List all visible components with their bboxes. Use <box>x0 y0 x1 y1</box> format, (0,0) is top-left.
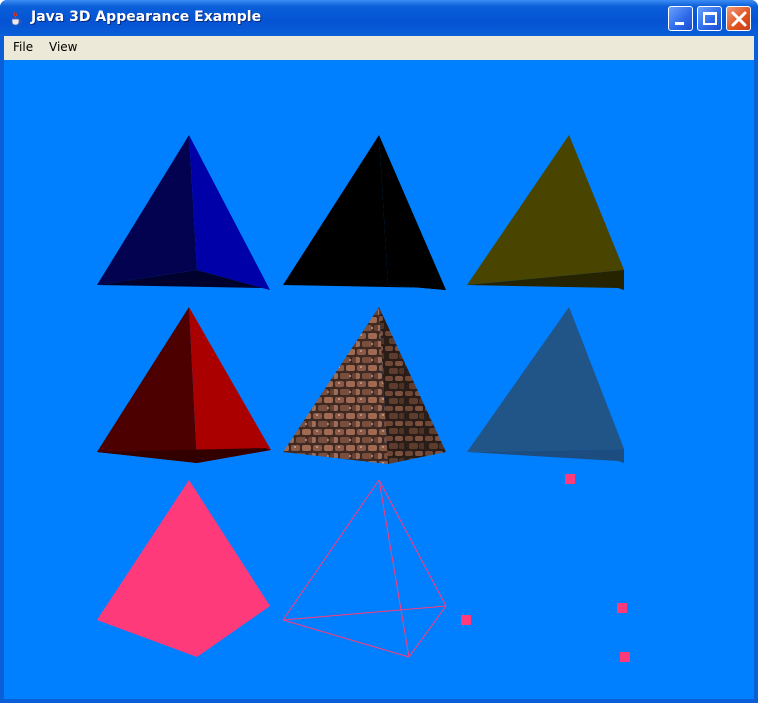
pyramid-points-vertex <box>617 603 627 613</box>
pyramid-blue-face-right <box>189 135 270 290</box>
pyramid-points <box>461 474 630 662</box>
pyramid-olive-face-left <box>467 135 624 285</box>
pyramid-wireframe-edge <box>282 619 410 658</box>
pyramid-textured <box>283 307 446 464</box>
pyramid-red-face-left <box>97 307 197 463</box>
pyramid-points-vertex <box>620 652 630 662</box>
pyramid-wireframe-edge <box>378 479 410 658</box>
app-window: Java 3D Appearance Example File View <box>0 0 758 703</box>
pyramid-olive <box>467 135 624 290</box>
close-button[interactable] <box>726 6 751 31</box>
pyramid-red <box>97 307 271 463</box>
minimize-icon <box>675 22 684 25</box>
pyramid-points-vertex <box>461 615 471 625</box>
3d-canvas[interactable] <box>4 60 754 699</box>
window-frame-right <box>754 36 758 703</box>
maximize-icon <box>703 12 717 25</box>
pyramid-textured-face-left <box>283 307 388 464</box>
window-frame-bottom <box>0 699 758 703</box>
menu-view[interactable]: View <box>47 40 79 54</box>
pyramid-black-face-right <box>379 135 446 290</box>
pyramid-black <box>283 135 446 290</box>
scene-view <box>97 135 630 662</box>
pyramid-black-face-left <box>283 135 388 285</box>
pyramid-wireframe-edge <box>408 605 447 658</box>
pyramid-blue-face-left <box>97 135 197 285</box>
window-title: Java 3D Appearance Example <box>31 9 262 25</box>
pyramid-wireframe-edge <box>282 479 380 621</box>
pyramid-pink-face <box>97 480 270 657</box>
java-cup-icon[interactable] <box>8 10 24 26</box>
maximize-button[interactable] <box>697 6 722 31</box>
pyramid-steel-blue-face-left <box>467 307 624 452</box>
pyramid-wireframe-edge <box>282 605 447 621</box>
window-frame-left <box>0 36 4 703</box>
pyramid-wireframe <box>282 479 447 658</box>
pyramid-blue <box>97 135 270 290</box>
pyramid-wireframe-edge <box>378 479 447 607</box>
menu-bar: File View <box>4 36 754 60</box>
title-bar[interactable]: Java 3D Appearance Example <box>0 0 758 36</box>
pyramid-points-vertex <box>565 474 575 484</box>
minimize-button[interactable] <box>668 6 693 31</box>
pyramid-pink <box>97 480 270 657</box>
pyramid-steel-blue <box>467 307 624 463</box>
pyramid-red-face-right <box>189 307 271 463</box>
close-icon <box>731 11 747 27</box>
pyramid-textured-face-right <box>379 307 446 464</box>
menu-file[interactable]: File <box>11 40 35 54</box>
